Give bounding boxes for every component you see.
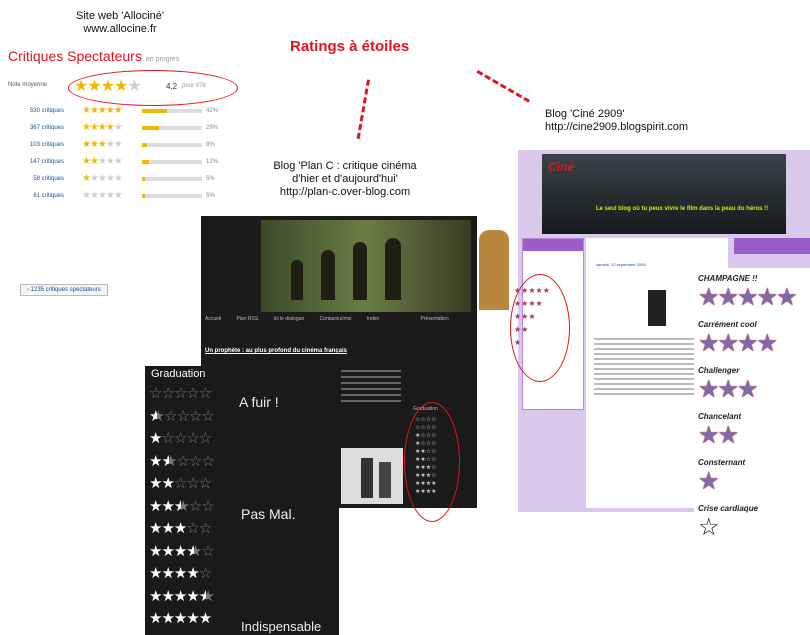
cine-level-label: Chancelant: [698, 412, 742, 421]
row-percent: 5%: [206, 193, 215, 199]
row-percent: 42%: [206, 108, 219, 114]
cine-level-stars: ★★: [698, 422, 739, 449]
row-percent: 12%: [206, 159, 219, 165]
nav-item[interactable]: Ici le dialogue: [274, 316, 305, 322]
cine-level-label: Consternant: [698, 458, 746, 467]
avg-label: Note moyenne: [8, 82, 48, 88]
graduation-star-row: ★☆☆☆☆: [149, 430, 212, 447]
cine-level-stars: ★★★: [698, 376, 759, 403]
graduation-panel: Graduation ☆☆☆☆☆ ★★☆☆☆☆ ★☆☆☆☆ ★★★☆☆☆ ★★☆☆☆ ★★…: [145, 366, 339, 635]
cine-caption: Blog 'Ciné 2909' http://cine2909.blogspi…: [545, 108, 689, 133]
batman-banner-image: Ciné Le seul blog où tu peux vivre le fi…: [542, 154, 786, 234]
post-text-block: [341, 366, 401, 436]
row-stars: ★★★★★: [82, 122, 123, 133]
row-bar: [142, 126, 202, 130]
graduation-star-row: ★★★★☆: [149, 565, 212, 582]
cine-level-stars: ★★★★★: [698, 284, 798, 311]
row-stars: ★★★★★: [82, 139, 123, 150]
row-count-link[interactable]: 61 critiques: [16, 191, 64, 201]
row-stars: ★★★★★: [82, 156, 123, 167]
dash-arrow-down: [356, 79, 370, 140]
rating-breakdown-row: 103 critiques ★★★★★ 8%: [16, 140, 236, 150]
row-count-link[interactable]: 367 critiques: [16, 123, 64, 133]
highlight-ellipse-planc: [404, 402, 460, 522]
graduation-title: Graduation: [151, 368, 206, 380]
label-pas-mal: Pas Mal.: [241, 506, 296, 522]
cine-small-star-list: ★★★★★ ★★★★ ★★★ ★★ ★: [514, 286, 550, 347]
label-indispensable: Indispensable: [241, 619, 322, 634]
rating-breakdown-row: 530 critiques ★★★★★ 42%: [16, 106, 236, 116]
row-bar: [142, 177, 202, 181]
graduation-star-row: ★★★☆☆: [149, 520, 212, 537]
graduation-star-row: ★★★★★★: [149, 587, 214, 605]
nav-item[interactable]: Présentation: [421, 316, 449, 322]
graduation-star-row: ★★★☆☆☆: [149, 452, 215, 470]
planc-nav: Accueil Plan RSS Ici le dialogue Contact…: [205, 316, 477, 328]
row-count-link[interactable]: 58 critiques: [16, 174, 64, 184]
cine-level-label: Challenger: [698, 366, 740, 375]
all-reviews-button[interactable]: › 1235 critiques spectateurs: [20, 284, 108, 296]
graduation-star-row: ★★★★★: [149, 610, 212, 627]
allocine-header: Critiques Spectateurs en progrès: [8, 48, 180, 64]
row-bar: [142, 194, 202, 198]
planc-caption: Blog 'Plan C : critique cinéma d'hier et…: [273, 160, 417, 198]
graduation-star-row: ★★☆☆☆☆: [149, 407, 215, 425]
evolution-banner-image: [261, 220, 509, 312]
graduation-star-row: ★★☆☆☆: [149, 475, 212, 492]
row-stars: ★★★★★: [82, 173, 123, 184]
label-a-fuir: A fuir !: [239, 394, 279, 410]
row-percent: 5%: [206, 176, 215, 182]
nav-item[interactable]: Plan RSS: [237, 316, 259, 322]
row-bar: [142, 160, 202, 164]
highlight-ellipse-allocine: [68, 70, 238, 106]
cine-level-stars: ☆: [698, 514, 719, 541]
post-film-image: [341, 448, 403, 504]
graduation-star-row: ☆☆☆☆☆: [149, 385, 212, 402]
rating-breakdown-row: 367 critiques ★★★★★ 29%: [16, 123, 236, 133]
row-count-link[interactable]: 103 critiques: [16, 140, 64, 150]
cine-level-label: Crise cardiaque: [698, 504, 759, 513]
graduation-star-row: ★★★★☆☆: [149, 497, 215, 515]
rating-breakdown-row: 58 critiques ★★★★★ 5%: [16, 174, 236, 184]
nav-item[interactable]: Accueil: [205, 316, 221, 322]
row-stars: ★★★★★: [82, 190, 123, 201]
row-percent: 8%: [206, 142, 215, 148]
cine-level-stars: ★: [698, 468, 719, 495]
cine-level-label: Carrément cool: [698, 320, 757, 329]
nav-item[interactable]: Index: [367, 316, 379, 322]
row-stars: ★★★★★: [82, 105, 123, 116]
row-count-link[interactable]: 147 critiques: [16, 157, 64, 167]
nav-item[interactable]: Contactez/moi: [320, 316, 352, 322]
graduation-star-row: ★★★★★☆: [149, 542, 215, 560]
page-title: Ratings à étoiles: [290, 38, 410, 55]
cine-right-header: [734, 238, 810, 254]
post-title[interactable]: Un prophète : au plus profond du cinéma …: [205, 348, 347, 354]
rating-breakdown-row: 61 critiques ★★★★★ 5%: [16, 191, 236, 201]
dash-arrow-right: [476, 70, 530, 103]
cine-level-label: CHAMPAGNE !!: [698, 274, 758, 283]
row-bar: [142, 109, 202, 113]
cine-level-stars: ★★★★: [698, 330, 778, 357]
row-bar: [142, 143, 202, 147]
row-count-link[interactable]: 530 critiques: [16, 106, 64, 116]
allocine-caption: Site web 'Allociné' www.allocine.fr: [76, 10, 164, 35]
rating-breakdown-row: 147 critiques ★★★★★ 12%: [16, 157, 236, 167]
row-percent: 29%: [206, 125, 219, 131]
